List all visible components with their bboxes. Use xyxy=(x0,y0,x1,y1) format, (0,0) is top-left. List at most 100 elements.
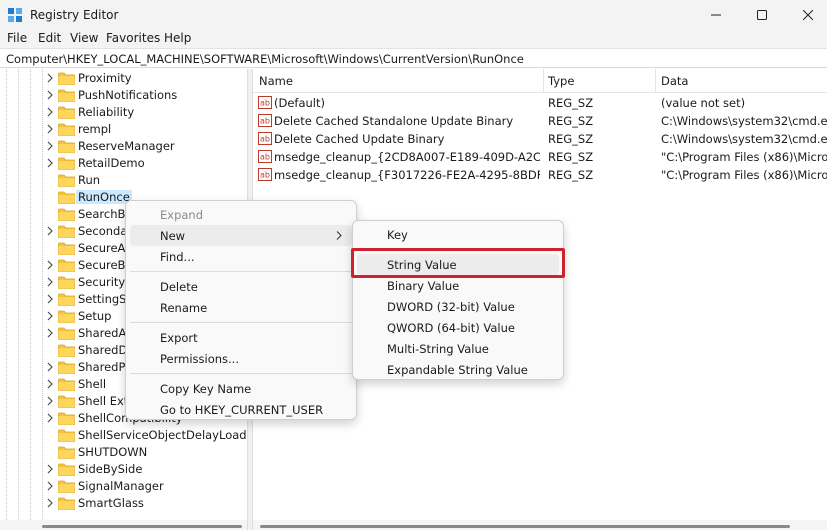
menu-item-find[interactable]: Find... xyxy=(130,246,352,267)
chevron-right-icon[interactable] xyxy=(45,394,55,408)
value-name: Delete Cached Standalone Update Binary xyxy=(274,114,514,128)
menu-item-rename[interactable]: Rename xyxy=(130,297,352,318)
chevron-right-icon[interactable] xyxy=(45,224,55,238)
chevron-right-icon[interactable] xyxy=(45,275,55,289)
string-value-icon: ab xyxy=(258,168,272,181)
menu-item-label: Delete xyxy=(160,280,198,294)
folder-icon xyxy=(58,446,75,459)
value-data: "C:\Program Files (x86)\Microsoft xyxy=(661,150,827,164)
chevron-right-icon[interactable] xyxy=(45,122,55,136)
chevron-right-icon[interactable] xyxy=(45,156,55,170)
tree-horizontal-scrollbar[interactable] xyxy=(0,520,247,530)
value-row[interactable]: ab (Default) REG_SZ (value not set) xyxy=(253,94,827,112)
chevron-right-icon[interactable] xyxy=(45,88,55,102)
string-value-highlight xyxy=(351,248,565,278)
menu-item-key[interactable]: Key xyxy=(357,224,559,245)
folder-icon xyxy=(58,463,75,476)
tree-item-label: rempl xyxy=(78,122,112,136)
close-button[interactable] xyxy=(785,0,827,30)
column-divider[interactable] xyxy=(655,69,656,93)
value-type: REG_SZ xyxy=(548,114,594,128)
chevron-right-icon[interactable] xyxy=(45,258,55,272)
folder-icon xyxy=(58,395,75,408)
menu-favorites[interactable]: Favorites xyxy=(106,31,160,45)
value-name: Delete Cached Update Binary xyxy=(274,132,445,146)
menu-item-export[interactable]: Export xyxy=(130,327,352,348)
tree-item[interactable]: Proximity xyxy=(0,70,247,87)
tree-item[interactable]: SignalManager xyxy=(0,478,247,495)
chevron-right-icon[interactable] xyxy=(45,411,55,425)
chevron-right-icon[interactable] xyxy=(45,309,55,323)
folder-icon xyxy=(58,378,75,391)
svg-text:ab: ab xyxy=(260,135,270,144)
tree-item[interactable]: ReserveManager xyxy=(0,138,247,155)
address-bar[interactable]: Computer\HKEY_LOCAL_MACHINE\SOFTWARE\Mic… xyxy=(0,48,827,68)
chevron-right-icon[interactable] xyxy=(45,139,55,153)
minimize-button[interactable] xyxy=(693,0,739,30)
folder-icon xyxy=(58,412,75,425)
menu-item-label: Go to HKEY_CURRENT_USER xyxy=(160,403,324,417)
folder-icon xyxy=(58,259,75,272)
value-row[interactable]: ab msedge_cleanup_{F3017226-FE2A-4295-8BD… xyxy=(253,166,827,184)
chevron-right-icon[interactable] xyxy=(45,462,55,476)
menu-item-dword-32-bit-value[interactable]: DWORD (32-bit) Value xyxy=(357,296,559,317)
tree-item[interactable]: SHUTDOWN xyxy=(0,444,247,461)
tree-item[interactable]: RetailDemo xyxy=(0,155,247,172)
menu-item-label: Expand xyxy=(160,208,204,222)
menu-separator xyxy=(130,271,352,272)
scrollbar-thumb[interactable] xyxy=(260,525,790,528)
menu-item-expandable-string-value[interactable]: Expandable String Value xyxy=(357,359,559,380)
folder-icon xyxy=(58,242,75,255)
chevron-right-icon[interactable] xyxy=(45,105,55,119)
menu-view[interactable]: View xyxy=(70,31,98,45)
menu-file[interactable]: File xyxy=(7,31,27,45)
tree-item[interactable]: SideBySide xyxy=(0,461,247,478)
value-row[interactable]: ab msedge_cleanup_{2CD8A007-E189-409D-A2C… xyxy=(253,148,827,166)
menu-item-new[interactable]: New xyxy=(130,225,352,246)
chevron-right-icon[interactable] xyxy=(45,326,55,340)
scrollbar-thumb[interactable] xyxy=(42,525,242,528)
column-header-type[interactable]: Type xyxy=(548,74,574,88)
string-value-icon: ab xyxy=(258,114,272,127)
tree-item[interactable]: SmartGlass xyxy=(0,495,247,512)
menu-help[interactable]: Help xyxy=(164,31,191,45)
tree-item[interactable]: rempl xyxy=(0,121,247,138)
menu-edit[interactable]: Edit xyxy=(38,31,61,45)
chevron-right-icon[interactable] xyxy=(45,71,55,85)
column-header-data[interactable]: Data xyxy=(661,74,688,88)
folder-icon xyxy=(58,89,75,102)
menu-item-delete[interactable]: Delete xyxy=(130,276,352,297)
chevron-right-icon[interactable] xyxy=(45,292,55,306)
column-header-name[interactable]: Name xyxy=(259,74,293,88)
column-divider[interactable] xyxy=(543,69,544,93)
menu-item-copy-key-name[interactable]: Copy Key Name xyxy=(130,378,352,399)
tree-item[interactable]: ShellServiceObjectDelayLoad xyxy=(0,427,247,444)
tree-item-label: RunOnce xyxy=(76,190,132,204)
chevron-right-icon[interactable] xyxy=(45,377,55,391)
tree-item-label: Shell xyxy=(78,377,107,391)
menu-item-label: Binary Value xyxy=(387,279,460,293)
tree-item[interactable]: PushNotifications xyxy=(0,87,247,104)
value-row[interactable]: ab Delete Cached Standalone Update Binary… xyxy=(253,112,827,130)
folder-icon xyxy=(58,208,75,221)
menu-item-multi-string-value[interactable]: Multi-String Value xyxy=(357,338,559,359)
close-icon xyxy=(803,10,813,20)
maximize-button[interactable] xyxy=(739,0,785,30)
tree-item[interactable]: Run xyxy=(0,172,247,189)
menu-item-qword-64-bit-value[interactable]: QWORD (64-bit) Value xyxy=(357,317,559,338)
menu-item-binary-value[interactable]: Binary Value xyxy=(357,275,559,296)
maximize-icon xyxy=(757,10,767,20)
list-horizontal-scrollbar[interactable] xyxy=(253,520,827,530)
chevron-right-icon[interactable] xyxy=(45,479,55,493)
menu-item-label: Expandable String Value xyxy=(387,363,528,377)
menu-item-go-to-hkey-current-user[interactable]: Go to HKEY_CURRENT_USER xyxy=(130,399,352,420)
value-row[interactable]: ab Delete Cached Update Binary REG_SZ C:\Wi… xyxy=(253,130,827,148)
new-submenu: Key String Value Binary Value DWORD (32-bit… xyxy=(352,220,564,380)
chevron-right-icon[interactable] xyxy=(45,496,55,510)
tree-item-label: Run xyxy=(78,173,101,187)
folder-icon xyxy=(58,72,75,85)
svg-text:ab: ab xyxy=(260,117,270,126)
tree-item[interactable]: Reliability xyxy=(0,104,247,121)
menu-item-permissions[interactable]: Permissions... xyxy=(130,348,352,369)
chevron-right-icon[interactable] xyxy=(45,360,55,374)
